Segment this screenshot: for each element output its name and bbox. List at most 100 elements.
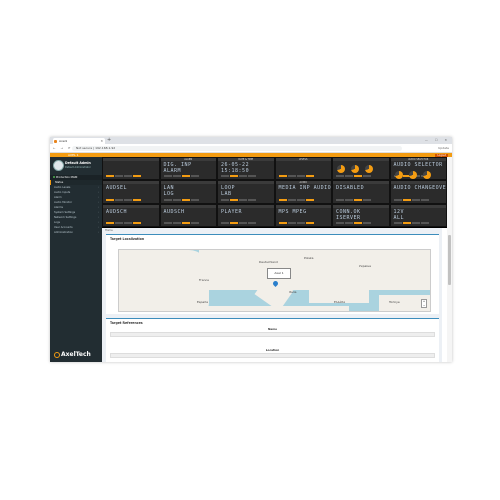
new-tab-button[interactable]: + (107, 137, 111, 144)
indicator-button[interactable] (230, 221, 238, 224)
map-view[interactable]: France España Italia Deutschland Polska … (118, 249, 431, 312)
indicator-button[interactable] (363, 221, 371, 224)
indicator-button[interactable] (115, 221, 123, 224)
indicator-button[interactable] (172, 221, 181, 224)
indicator-button[interactable] (336, 198, 344, 201)
indicator-button[interactable] (230, 198, 238, 201)
indicator-button[interactable] (354, 175, 362, 178)
indicator-button[interactable] (363, 175, 371, 178)
indicator-button[interactable] (221, 221, 229, 224)
sidebar-item-label: Status (55, 181, 64, 184)
breadcrumb[interactable]: Home (105, 229, 113, 232)
indicator-button[interactable] (239, 175, 247, 178)
status-dot-icon (53, 176, 55, 178)
indicator-button[interactable] (221, 175, 229, 178)
indicator-button[interactable] (190, 221, 199, 224)
indicator-button[interactable] (296, 198, 305, 201)
indicator-button[interactable] (345, 175, 353, 178)
sidebar-item-label: Administration (54, 231, 73, 234)
indicator-button[interactable] (336, 175, 344, 178)
status-cell: 12V ALL (389, 203, 447, 227)
map-label: Ελλάδα (334, 300, 346, 304)
indicator-button[interactable] (278, 175, 287, 178)
sidebar-item[interactable]: Administration ‹ (50, 230, 102, 235)
indicator-button[interactable] (190, 175, 199, 178)
scrollbar-thumb[interactable] (448, 235, 451, 285)
location-field[interactable] (110, 353, 435, 358)
indicator-button[interactable] (221, 198, 229, 201)
sidebar-menu: Status Audio Levels ‹ Audio Inputs ‹ Alarm ‹ Au… (50, 180, 102, 235)
indicator-button[interactable] (305, 221, 314, 224)
indicator-button[interactable] (133, 175, 141, 178)
window-controls[interactable]: — ☐ ✕ (425, 137, 450, 144)
indicator-button[interactable] (287, 221, 296, 224)
indicator-button[interactable] (278, 221, 287, 224)
page-scrollbar[interactable] (447, 157, 452, 362)
indicator-button[interactable] (181, 221, 190, 224)
indicator-button[interactable] (172, 175, 181, 178)
indicator-button[interactable] (106, 175, 114, 178)
status-cell-header (103, 204, 159, 208)
indicator-button[interactable] (278, 198, 287, 201)
indicator-button[interactable] (336, 221, 344, 224)
indicator-button[interactable] (420, 198, 429, 201)
indicator-button[interactable] (124, 221, 132, 224)
indicator-button[interactable] (354, 198, 362, 201)
account-button[interactable]: Update (438, 144, 449, 152)
indicator-button[interactable] (287, 175, 296, 178)
sidebar-item-label: System Settings (54, 211, 76, 214)
indicator-button[interactable] (133, 221, 141, 224)
url-input[interactable]: Not secure | 192.168.1.92 (72, 145, 402, 151)
indicator-button[interactable] (106, 221, 114, 224)
lcd-line-2: LOG (163, 191, 175, 198)
indicator-button[interactable] (163, 175, 172, 178)
indicator-button[interactable] (248, 175, 256, 178)
indicator-button[interactable] (190, 198, 199, 201)
status-cell-header (218, 181, 274, 185)
indicator-button[interactable] (411, 221, 420, 224)
indicator-button[interactable] (163, 221, 172, 224)
indicator-button[interactable] (181, 175, 190, 178)
cell-buttons (393, 221, 430, 225)
name-field[interactable] (110, 332, 435, 337)
indicator-button[interactable] (296, 221, 305, 224)
indicator-button[interactable] (363, 198, 371, 201)
status-cell-header (333, 158, 389, 161)
indicator-button[interactable] (296, 175, 305, 178)
indicator-button[interactable] (115, 198, 123, 201)
indicator-button[interactable] (305, 198, 314, 201)
indicator-button[interactable] (345, 221, 353, 224)
indicator-button[interactable] (305, 175, 314, 178)
status-cell: MPS MPEG (274, 203, 332, 227)
indicator-button[interactable] (124, 198, 132, 201)
map-zoom-control[interactable]: + − (421, 299, 427, 308)
lcd-line-2: LAB (221, 191, 232, 198)
indicator-button[interactable] (393, 198, 402, 201)
indicator-button[interactable] (411, 198, 420, 201)
indicator-button[interactable] (354, 221, 362, 224)
indicator-button[interactable] (248, 221, 256, 224)
indicator-button[interactable] (239, 221, 247, 224)
indicator-button[interactable] (239, 198, 247, 201)
status-cell: AUDSEL (102, 180, 160, 204)
indicator-button[interactable] (115, 175, 123, 178)
indicator-button[interactable] (181, 198, 190, 201)
indicator-button[interactable] (248, 198, 256, 201)
indicator-button[interactable] (393, 221, 402, 224)
nav-buttons[interactable]: ← → ⟳ (53, 144, 72, 152)
indicator-button[interactable] (345, 198, 353, 201)
sidebar: Default Admin Default Administrator Prod… (50, 157, 102, 362)
indicator-button[interactable] (420, 221, 429, 224)
map-popup: Axel 1 (267, 268, 291, 279)
lcd-line-2 (221, 215, 271, 221)
indicator-button[interactable] (402, 198, 411, 201)
indicator-button[interactable] (124, 175, 132, 178)
indicator-button[interactable] (163, 198, 172, 201)
status-cell: AUDIO CHANGEOVER (389, 180, 447, 204)
indicator-button[interactable] (402, 221, 411, 224)
indicator-button[interactable] (230, 175, 238, 178)
indicator-button[interactable] (106, 198, 114, 201)
indicator-button[interactable] (133, 198, 141, 201)
indicator-button[interactable] (287, 198, 296, 201)
indicator-button[interactable] (172, 198, 181, 201)
